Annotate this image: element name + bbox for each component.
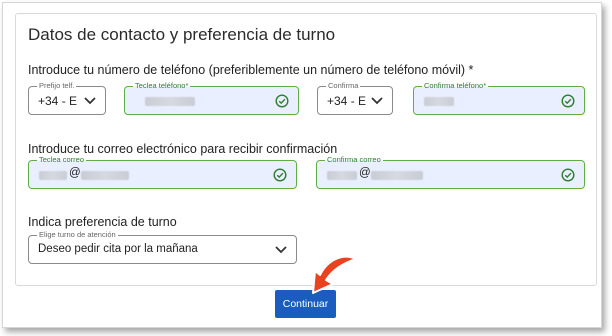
check-circle-icon — [275, 94, 289, 108]
confirm-email-input[interactable]: Confirma correo @ — [316, 155, 585, 189]
chevron-down-icon — [371, 97, 383, 105]
confirm-phone-legend: Confirma teléfono* — [422, 81, 489, 91]
check-circle-icon — [561, 94, 575, 108]
redacted-email-domain — [81, 171, 129, 180]
chevron-down-icon — [84, 97, 96, 105]
page-frame: Datos de contacto y preferencia de turno… — [2, 2, 602, 328]
confirm-email-legend: Confirma correo — [325, 155, 383, 165]
confirm-prefix-select[interactable]: Confirma +34 - E — [317, 81, 393, 115]
redacted-confirm-phone — [424, 97, 454, 106]
turno-value: Deseo pedir cita por la mañana — [38, 243, 198, 255]
turno-question-label: Indica preferencia de turno — [28, 215, 177, 229]
section-title: Datos de contacto y preferencia de turno — [28, 25, 336, 44]
phone-legend: Teclea teléfono* — [133, 81, 191, 91]
phone-prefix-select[interactable]: Prefijo telf. +34 - E — [28, 81, 106, 115]
phone-prefix-legend: Prefijo telf. — [37, 81, 77, 91]
check-circle-icon — [273, 168, 287, 182]
chevron-down-icon — [275, 246, 287, 254]
redacted-confirm-email-domain — [371, 171, 423, 180]
redacted-email-user — [39, 171, 67, 180]
redacted-confirm-email-user — [327, 171, 357, 180]
confirm-prefix-legend: Confirma — [326, 81, 361, 91]
arrow-icon — [312, 255, 357, 294]
check-circle-icon — [561, 168, 575, 182]
confirm-phone-input[interactable]: Confirma teléfono* — [413, 81, 585, 115]
redacted-phone — [145, 97, 195, 106]
email-legend: Teclea correo — [37, 155, 87, 165]
confirm-email-at-symbol: @ — [359, 167, 371, 179]
phone-input[interactable]: Teclea teléfono* — [124, 81, 299, 115]
contact-form-card: Datos de contacto y preferencia de turno… — [15, 13, 597, 286]
email-input[interactable]: Teclea correo @ — [28, 155, 297, 189]
email-at-symbol: @ — [69, 167, 81, 179]
turno-legend: Elige turno de atención — [37, 230, 118, 240]
phone-prefix-value: +34 - E — [38, 94, 78, 108]
email-question-label: Introduce tu correo electrónico para rec… — [28, 142, 338, 156]
turno-select[interactable]: Elige turno de atención Deseo pedir cita… — [28, 230, 297, 264]
phone-question-label: Introduce tu número de teléfono (preferi… — [28, 63, 474, 77]
confirm-prefix-value: +34 - E — [327, 94, 367, 108]
